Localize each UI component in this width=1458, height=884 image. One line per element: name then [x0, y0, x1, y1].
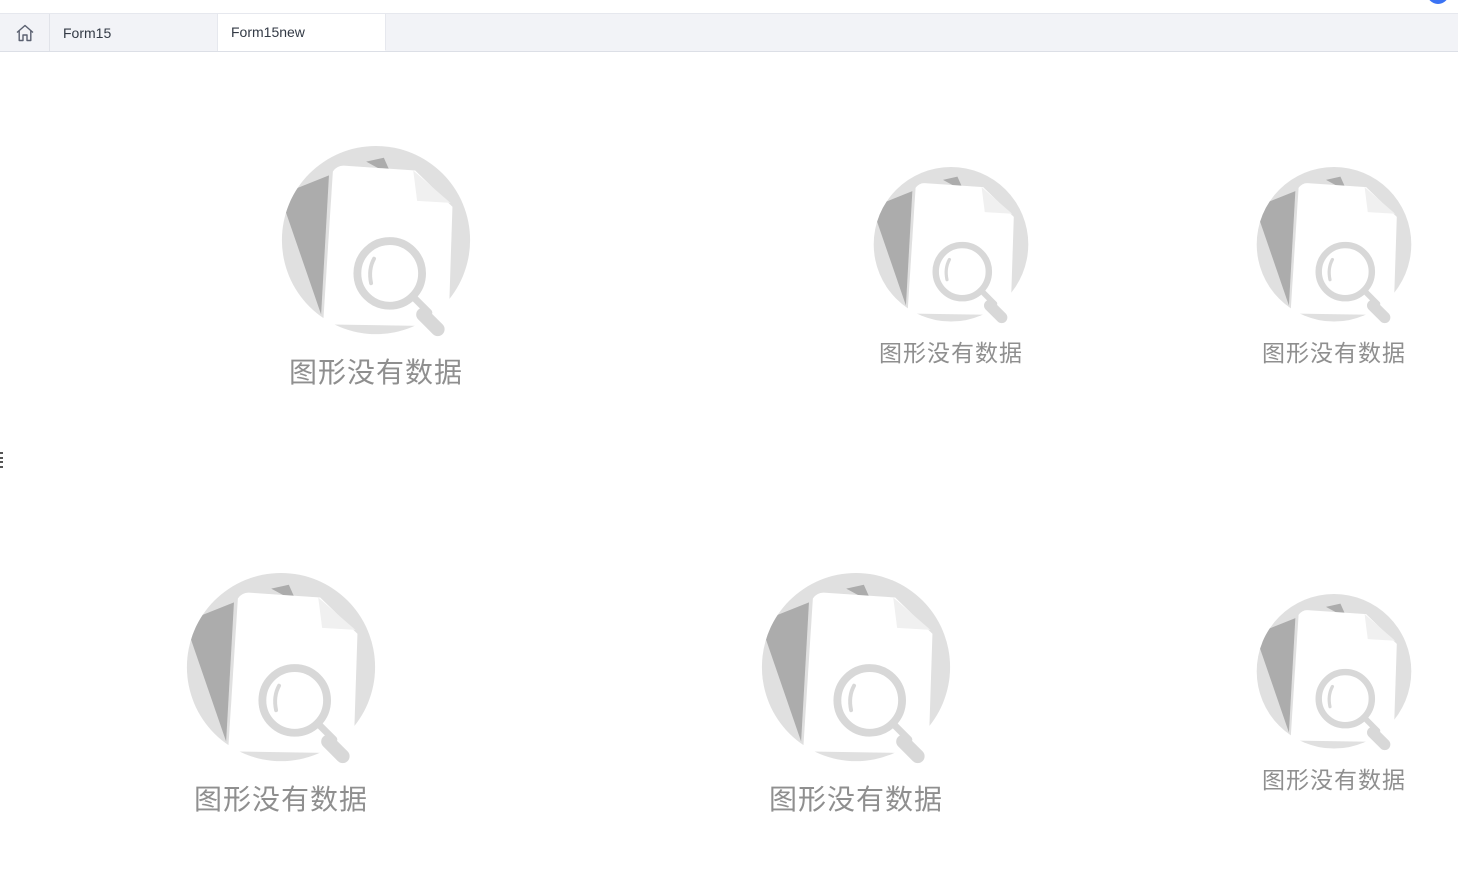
chart-widget-empty: 图形没有数据 — [869, 167, 1033, 368]
no-data-illustration-icon — [761, 573, 951, 764]
chart-widget-empty: 图形没有数据 — [181, 573, 381, 818]
dashboard-canvas: Form15 Form15new 图形没有数据 图形没有数据 图形没有数据 图形… — [0, 0, 1458, 884]
no-data-illustration-icon — [873, 167, 1029, 324]
chart-widget-empty: 图形没有数据 — [1252, 167, 1416, 368]
no-data-illustration-icon — [1256, 167, 1412, 324]
empty-state-message: 图形没有数据 — [768, 783, 943, 816]
user-avatar-badge[interactable] — [1427, 0, 1449, 4]
home-icon — [16, 24, 33, 41]
empty-state-message: 图形没有数据 — [1262, 341, 1406, 367]
chart-widget-empty: 图形没有数据 — [1252, 594, 1416, 795]
tab-form15[interactable]: Form15 — [50, 14, 218, 51]
empty-state-message: 图形没有数据 — [288, 356, 463, 389]
empty-state-message: 图形没有数据 — [1262, 768, 1406, 794]
tab-form15new[interactable]: Form15new — [218, 14, 386, 51]
chart-widget-empty: 图形没有数据 — [276, 146, 476, 391]
no-data-illustration-icon — [1256, 594, 1412, 751]
tab-home[interactable] — [0, 14, 50, 51]
no-data-illustration-icon — [281, 146, 471, 337]
side-panel-handle[interactable] — [0, 452, 3, 468]
chart-widget-empty: 图形没有数据 — [756, 573, 956, 818]
empty-state-message: 图形没有数据 — [879, 341, 1023, 367]
no-data-illustration-icon — [186, 573, 376, 764]
tab-bar: Form15 Form15new — [0, 13, 1458, 52]
empty-state-message: 图形没有数据 — [193, 783, 368, 816]
